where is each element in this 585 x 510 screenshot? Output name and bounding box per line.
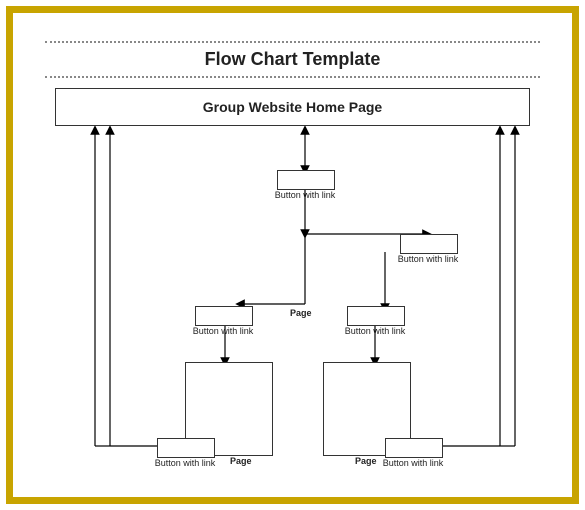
node-button-2-label: Button with link [388, 254, 468, 264]
hero-box: Group Website Home Page [55, 88, 530, 126]
divider-bottom [45, 76, 540, 78]
node-button-4 [347, 306, 405, 326]
node-page-left-label: Page [230, 456, 252, 466]
node-page-right-label: Page [355, 456, 377, 466]
node-button-5-label: Button with link [145, 458, 225, 468]
diagram-title: Flow Chart Template [35, 43, 550, 76]
node-button-2 [400, 234, 458, 254]
node-button-3 [195, 306, 253, 326]
node-button-1 [277, 170, 335, 190]
node-button-1-label: Button with link [265, 190, 345, 200]
diagram-canvas: Button with link Button with link Page B… [55, 126, 530, 486]
hero-label: Group Website Home Page [203, 99, 382, 115]
node-button-6-label: Button with link [373, 458, 453, 468]
border-frame: Flow Chart Template Group Website Home P… [6, 6, 579, 504]
node-page-center-label: Page [290, 308, 312, 318]
node-button-6 [385, 438, 443, 458]
node-button-3-label: Button with link [183, 326, 263, 336]
content-area: Flow Chart Template Group Website Home P… [35, 41, 550, 479]
node-button-5 [157, 438, 215, 458]
node-button-4-label: Button with link [335, 326, 415, 336]
